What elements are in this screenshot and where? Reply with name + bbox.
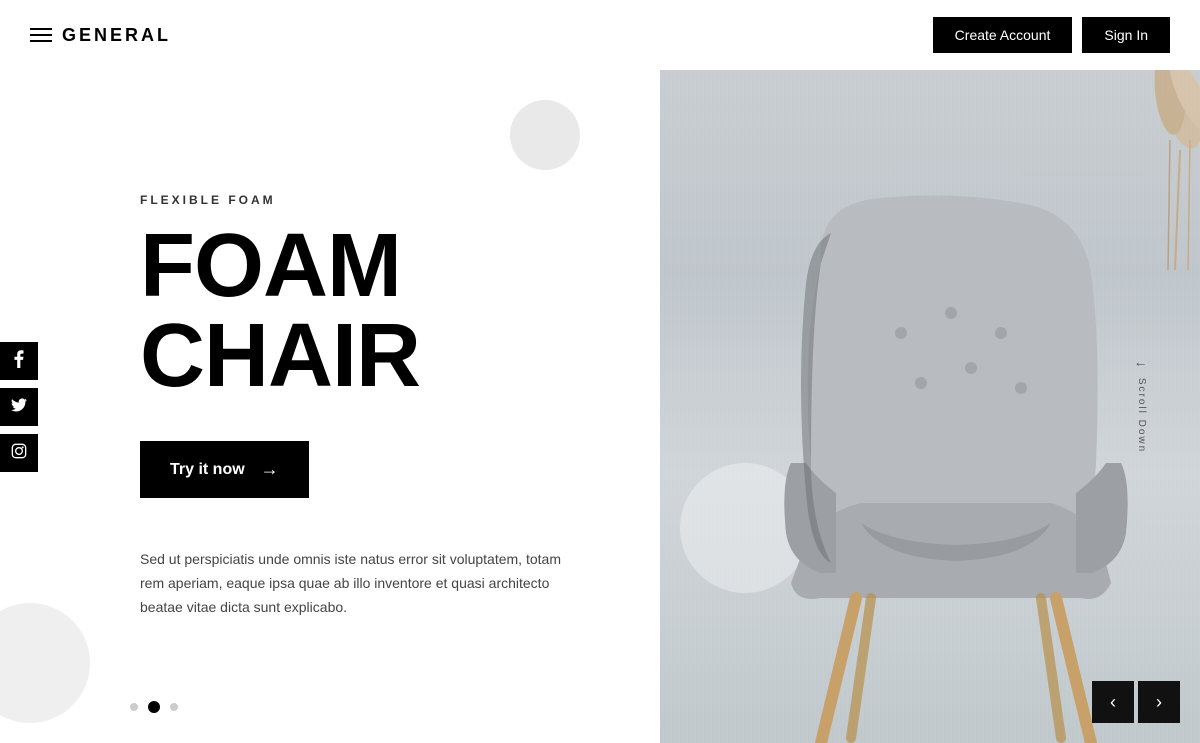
nav-left: GENERAL <box>30 25 171 46</box>
sign-in-button[interactable]: Sign In <box>1082 17 1170 53</box>
dot-1[interactable] <box>130 703 138 711</box>
instagram-icon[interactable] <box>0 434 38 472</box>
chair-image <box>741 183 1161 743</box>
try-it-now-button[interactable]: Try it now → <box>140 441 309 498</box>
product-title: FOAM CHAIR <box>140 221 600 401</box>
brand-name: GENERAL <box>62 25 171 46</box>
social-icons <box>0 342 38 472</box>
facebook-icon[interactable] <box>0 342 38 380</box>
facebook-label <box>14 350 24 371</box>
product-subtitle: FLEXIBLE FOAM <box>140 193 600 207</box>
twitter-icon[interactable] <box>0 388 38 426</box>
scroll-label: Scroll Down <box>1136 377 1147 452</box>
hero-section: FLEXIBLE FOAM FOAM CHAIR Try it now → Se… <box>0 70 1200 743</box>
hero-left: FLEXIBLE FOAM FOAM CHAIR Try it now → Se… <box>0 70 660 743</box>
carousel-nav-arrows: ‹ › <box>1092 681 1180 723</box>
scroll-arrow-icon: ↓ <box>1134 360 1150 369</box>
dot-3[interactable] <box>170 703 178 711</box>
create-account-button[interactable]: Create Account <box>933 17 1073 53</box>
scroll-indicator: ↓ Scroll Down <box>1134 360 1150 452</box>
decorative-circle-top <box>510 100 580 170</box>
instagram-label <box>11 443 27 462</box>
twitter-label <box>11 398 27 415</box>
dot-2[interactable] <box>148 701 160 713</box>
decorative-circle-bottom <box>0 603 90 723</box>
next-arrow-button[interactable]: › <box>1138 681 1180 723</box>
try-btn-label: Try it now <box>170 461 245 479</box>
pagination-dots <box>130 701 178 713</box>
product-description: Sed ut perspiciatis unde omnis iste natu… <box>140 548 570 619</box>
navbar: GENERAL Create Account Sign In <box>0 0 1200 70</box>
hero-right: ↓ Scroll Down ‹ › <box>660 70 1200 743</box>
nav-right: Create Account Sign In <box>933 17 1170 53</box>
menu-icon[interactable] <box>30 28 52 42</box>
arrow-right-icon: → <box>261 459 279 480</box>
prev-arrow-button[interactable]: ‹ <box>1092 681 1134 723</box>
